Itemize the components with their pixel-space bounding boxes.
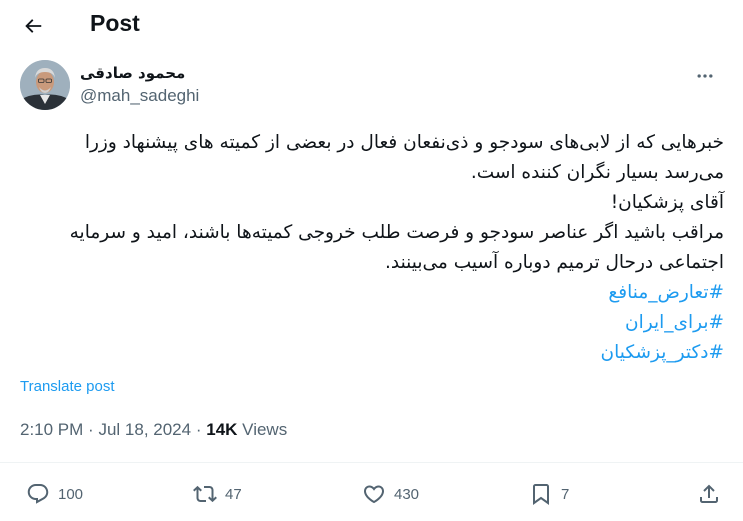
bookmark-count: 7 xyxy=(561,485,570,503)
bookmark-icon xyxy=(533,484,549,505)
back-button[interactable] xyxy=(16,9,50,43)
more-horizontal-icon xyxy=(697,74,713,78)
tweet-text-line: می‌رسد بسیار نگران کننده است. xyxy=(470,162,724,183)
action-bar: 100 47 430 7 xyxy=(0,466,743,521)
post-time[interactable]: 2:10 PM xyxy=(20,420,83,439)
author-display-name[interactable]: محمود صادقی xyxy=(80,64,199,82)
views-count: 14K xyxy=(206,420,238,439)
hashtag-link[interactable]: #دکتر_پزشکیان xyxy=(16,338,724,368)
tweet-text-line: آقای پزشکیان! xyxy=(610,192,724,213)
bookmark-button[interactable]: 7 xyxy=(529,480,569,508)
share-icon xyxy=(700,484,718,503)
reply-count: 100 xyxy=(58,485,84,503)
views-label: Views xyxy=(242,420,288,439)
post-meta: 2:10 PM · Jul 18, 2024 · 14K Views xyxy=(20,420,287,440)
repost-icon xyxy=(193,485,217,503)
like-count: 430 xyxy=(394,485,420,503)
like-button[interactable]: 430 xyxy=(362,480,419,508)
translate-post-link[interactable]: Translate post xyxy=(20,378,115,395)
author-names: محمود صادقی @mah_sadeghi xyxy=(80,64,199,106)
page-title: Post xyxy=(90,10,140,36)
tweet-text: خبرهایی که از لابی‌های سودجو و ذی‌نفعان … xyxy=(16,128,724,368)
reply-button[interactable]: 100 xyxy=(26,480,83,508)
tweet-text-line: مراقب باشید اگر عناصر سودجو و فرصت طلب خ… xyxy=(69,222,724,243)
share-button[interactable] xyxy=(697,480,721,508)
author-row: محمود صادقی @mah_sadeghi xyxy=(20,60,720,112)
tweet-text-line: خبرهایی که از لابی‌های سودجو و ذی‌نفعان … xyxy=(84,132,724,153)
avatar[interactable] xyxy=(20,60,70,110)
tweet-text-line: اجتماعی درحال ترمیم دوباره آسیب می‌بینند… xyxy=(385,252,724,273)
heart-icon xyxy=(363,485,385,504)
arrow-left-icon xyxy=(25,19,42,33)
divider xyxy=(0,462,743,463)
repost-count: 47 xyxy=(225,485,242,503)
hashtag-link[interactable]: #برای_ایران xyxy=(16,308,724,338)
reply-icon xyxy=(27,484,49,504)
hashtag-link[interactable]: #تعارض_منافع xyxy=(16,278,724,308)
top-bar: Post xyxy=(0,0,743,50)
meta-separator: · xyxy=(195,420,202,439)
more-options-button[interactable] xyxy=(690,66,720,86)
meta-separator: · xyxy=(88,420,94,439)
author-handle[interactable]: @mah_sadeghi xyxy=(80,86,199,106)
avatar-image xyxy=(20,60,70,110)
post-date[interactable]: Jul 18, 2024 xyxy=(98,420,191,439)
repost-button[interactable]: 47 xyxy=(193,480,242,508)
